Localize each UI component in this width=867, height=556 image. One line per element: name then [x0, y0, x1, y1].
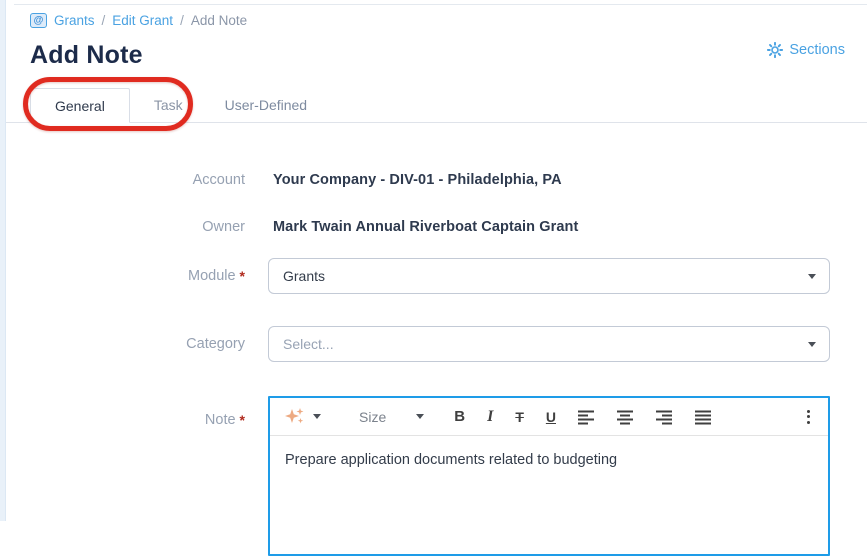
category-row: Category Select...: [30, 326, 845, 362]
owner-row: Owner Mark Twain Annual Riverboat Captai…: [30, 213, 845, 241]
sparkles-icon: [284, 407, 306, 427]
module-row: Module* Grants: [30, 258, 845, 294]
kebab-menu-icon: [807, 410, 810, 413]
align-right-button[interactable]: [656, 409, 673, 425]
editor-toolbar: Size B I T U: [270, 398, 828, 436]
chevron-down-icon: [808, 274, 816, 279]
tab-bar: General Task User-Defined: [6, 88, 867, 123]
align-justify-icon: [695, 409, 712, 425]
strikethrough-button[interactable]: T: [515, 409, 524, 425]
required-asterisk: *: [240, 268, 245, 284]
sections-label: Sections: [789, 42, 845, 58]
align-justify-button[interactable]: [695, 409, 712, 425]
account-value: Your Company - DIV-01 - Philadelphia, PA: [268, 172, 562, 188]
italic-button[interactable]: I: [487, 408, 493, 426]
notes-module-icon: @: [30, 13, 47, 28]
align-center-button[interactable]: [617, 409, 634, 425]
required-asterisk: *: [240, 412, 245, 428]
align-center-icon: [617, 409, 634, 425]
tab-task[interactable]: Task: [130, 88, 207, 122]
breadcrumb-current-page: Add Note: [191, 13, 247, 28]
top-divider: [14, 4, 867, 5]
font-size-dropdown[interactable]: Size: [359, 409, 424, 425]
breadcrumb-link-grants[interactable]: Grants: [54, 13, 95, 28]
module-dropdown-value: Grants: [283, 268, 325, 284]
account-label: Account: [30, 172, 245, 188]
gear-icon: [767, 42, 783, 58]
module-dropdown[interactable]: Grants: [268, 258, 830, 294]
owner-label: Owner: [30, 219, 245, 235]
owner-value: Mark Twain Annual Riverboat Captain Gran…: [268, 219, 578, 235]
breadcrumb-separator: /: [180, 13, 184, 28]
chevron-down-icon: [416, 414, 424, 419]
tab-user-defined[interactable]: User-Defined: [207, 88, 325, 122]
toolbar-overflow-button[interactable]: [803, 406, 814, 428]
account-row: Account Your Company - DIV-01 - Philadel…: [30, 166, 845, 194]
bold-button[interactable]: B: [454, 408, 465, 425]
add-note-form: Account Your Company - DIV-01 - Philadel…: [30, 123, 845, 556]
module-label: Module*: [30, 268, 245, 284]
align-right-icon: [656, 409, 673, 425]
category-dropdown[interactable]: Select...: [268, 326, 830, 362]
tab-general[interactable]: General: [30, 88, 130, 123]
align-left-button[interactable]: [578, 409, 595, 425]
note-rich-text-editor: Size B I T U: [268, 396, 830, 556]
category-dropdown-placeholder: Select...: [283, 336, 334, 352]
page-title: Add Note: [30, 41, 143, 70]
note-row: Note* Size: [30, 396, 845, 556]
breadcrumb-link-edit-grant[interactable]: Edit Grant: [112, 13, 173, 28]
ai-assist-button[interactable]: [284, 407, 321, 427]
chevron-down-icon: [313, 414, 321, 419]
note-label: Note*: [30, 396, 245, 428]
sections-button[interactable]: Sections: [767, 42, 845, 58]
category-label: Category: [30, 336, 245, 352]
breadcrumb-separator: /: [102, 13, 106, 28]
align-left-icon: [578, 409, 595, 425]
note-editor-content[interactable]: Prepare application documents related to…: [270, 436, 828, 556]
breadcrumb: @ Grants / Edit Grant / Add Note: [30, 13, 247, 28]
sidebar-edge: [0, 0, 6, 521]
font-size-label: Size: [359, 409, 386, 425]
chevron-down-icon: [808, 342, 816, 347]
underline-button[interactable]: U: [546, 409, 556, 425]
